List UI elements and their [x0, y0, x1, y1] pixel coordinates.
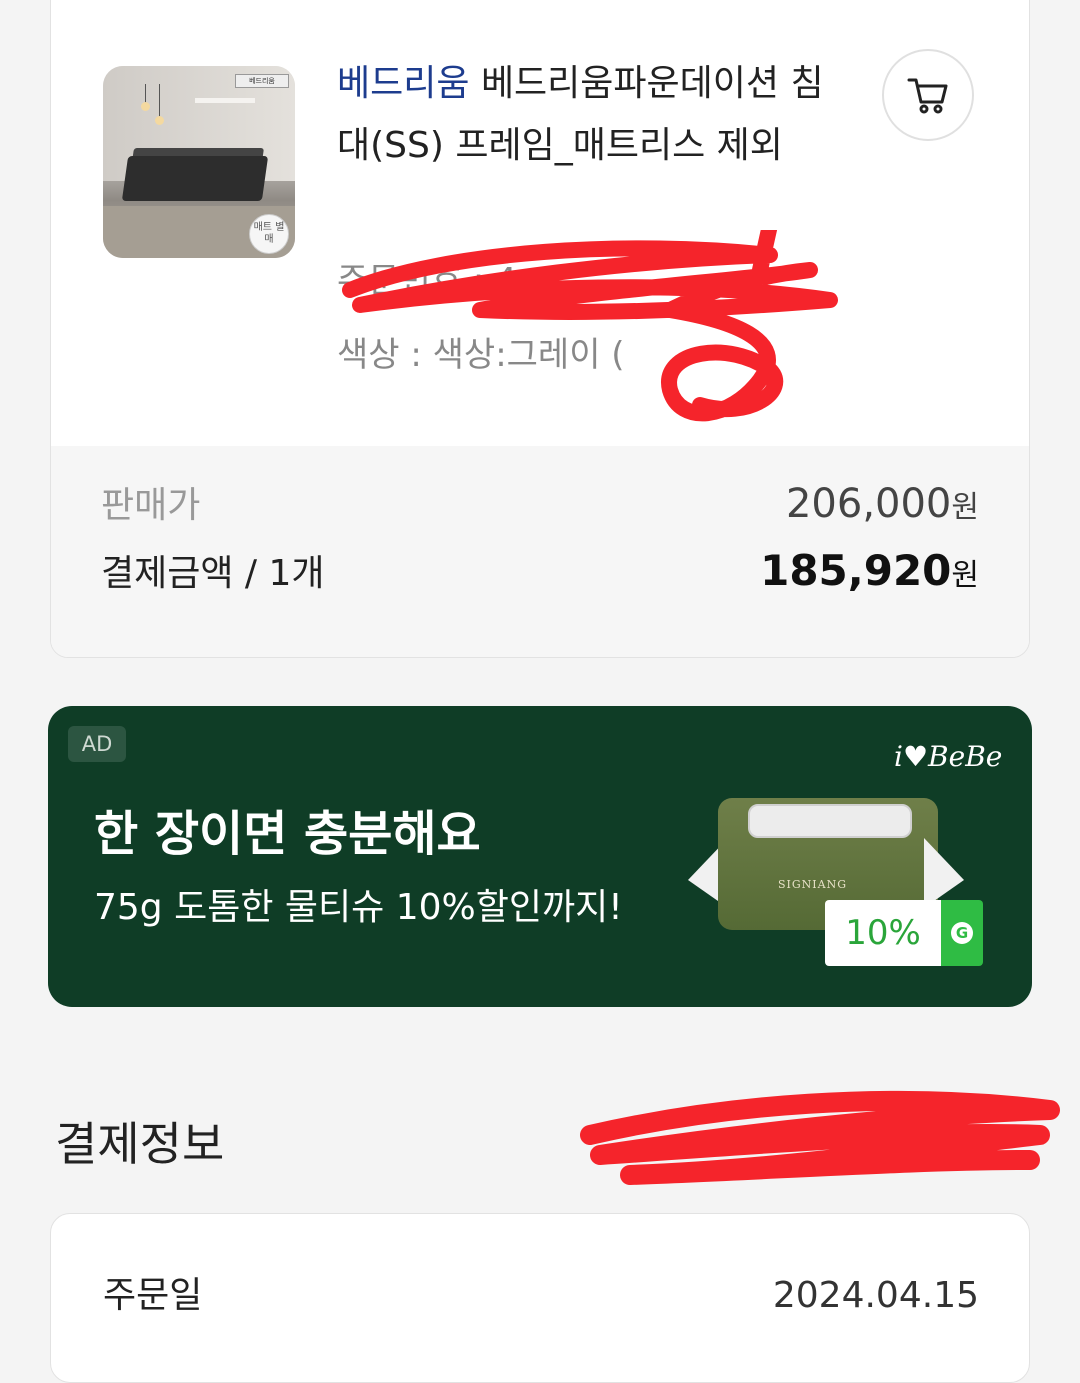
- payment-amount-row: 결제금액 / 1개 185,920원: [101, 544, 979, 596]
- order-date-label: 주문일: [103, 1275, 203, 1316]
- order-number-option: 주문번호 : 4: [337, 261, 517, 301]
- product-title[interactable]: 베드리움 베드리움파운데이션 침대(SS) 프레임_매트리스 제외: [337, 53, 837, 177]
- add-to-cart-button[interactable]: [882, 49, 974, 141]
- product-thumbnail[interactable]: 베드리움 매트 별매: [103, 66, 295, 258]
- thumb-shelf: [195, 98, 255, 103]
- payment-info-title: 결제정보: [55, 1117, 225, 1171]
- g-badge: G: [941, 900, 983, 966]
- thumb-lamp-cord: [159, 84, 160, 118]
- thumb-lamp-bulb: [155, 116, 164, 125]
- mattress-sold-separately-badge: 매트 별매: [249, 214, 289, 254]
- thumb-brand-tag: 베드리움: [235, 74, 289, 88]
- ad-banner[interactable]: AD i♥BeBe 한 장이면 충분해요 75g 도톰한 물티슈 10%할인까지…: [48, 706, 1032, 1007]
- ad-subtext: 75g 도톰한 물티슈 10%할인까지!: [94, 887, 623, 928]
- payment-amount-label: 결제금액 / 1개: [101, 553, 325, 594]
- sale-price-value: 206,000원: [785, 481, 979, 527]
- thumb-lamp-bulb: [141, 102, 150, 111]
- order-date-value: 2024.04.15: [772, 1275, 979, 1316]
- thumb-bed: [121, 156, 269, 201]
- ad-brand-logo: i♥BeBe: [894, 740, 1003, 773]
- product-brand[interactable]: 베드리움: [337, 63, 469, 104]
- g-icon: G: [951, 922, 973, 944]
- cart-icon: [907, 78, 948, 114]
- payment-amount-value: 185,920원: [760, 546, 979, 595]
- pack-brand-text: SIGNIANG: [778, 878, 847, 891]
- thumb-lamp-cord: [145, 84, 146, 104]
- order-date-row: 주문일 2024.04.15: [103, 1266, 979, 1318]
- redaction-scribble: [580, 1090, 1060, 1185]
- pack-side: [924, 838, 964, 908]
- ad-headline: 한 장이면 충분해요: [94, 806, 481, 862]
- payment-info-card: 주문일 2024.04.15: [50, 1213, 1030, 1383]
- pack-lid: [748, 804, 912, 838]
- price-summary: 판매가 206,000원 결제금액 / 1개 185,920원: [51, 446, 1029, 657]
- discount-badge: 10%: [825, 900, 941, 966]
- order-item-card: 베드리움 매트 별매 베드리움 베드리움파운데이션 침대(SS) 프레임_매트리…: [50, 0, 1030, 658]
- sale-price-label: 판매가: [101, 485, 201, 526]
- sale-price-row: 판매가 206,000원: [101, 476, 979, 528]
- color-option: 색상 : 색상:그레이 (: [337, 335, 625, 375]
- ad-label: AD: [68, 726, 126, 762]
- product-section: 베드리움 매트 별매 베드리움 베드리움파운데이션 침대(SS) 프레임_매트리…: [51, 0, 1029, 446]
